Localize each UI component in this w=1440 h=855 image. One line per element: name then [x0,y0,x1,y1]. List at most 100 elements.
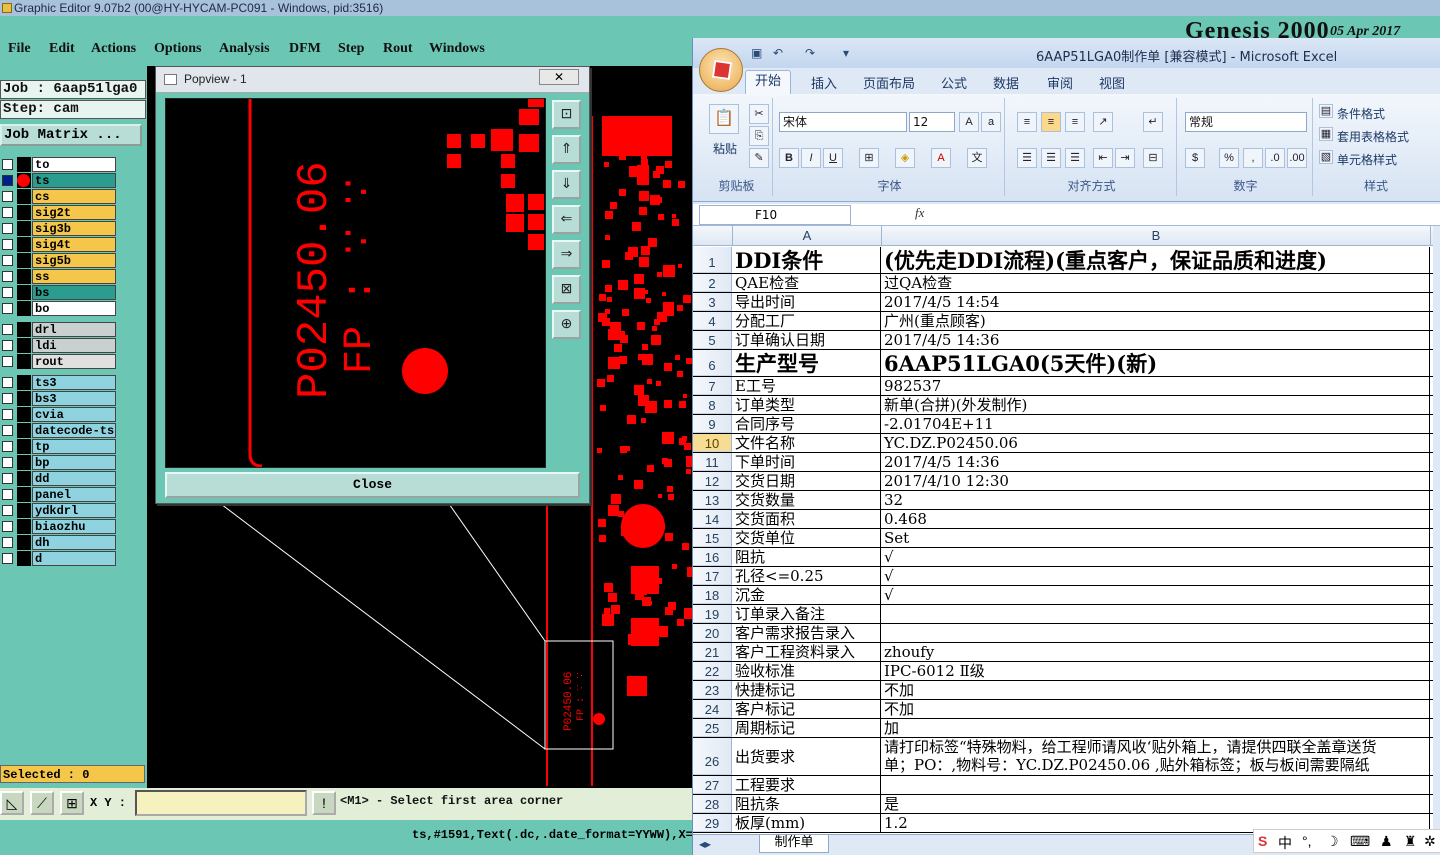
cell-b[interactable]: zhoufy [882,643,1430,661]
layer-row-bp[interactable]: bp [0,455,118,470]
font-name-select[interactable]: 宋体 [779,112,907,132]
row-number[interactable]: 27 [693,776,732,794]
cell-a[interactable]: 客户工程资料录入 [733,643,881,661]
align-top-icon[interactable]: ≡ [1017,112,1037,132]
table-format-button[interactable]: 套用表格格式 [1337,128,1409,145]
cell-a[interactable]: 下单时间 [733,453,881,471]
grow-font-icon[interactable]: A [959,112,979,132]
number-format-select[interactable]: 常规 [1185,112,1307,132]
row-number[interactable]: 28 [693,795,732,813]
fill-color-icon[interactable]: ◈ [895,148,915,168]
border-icon[interactable]: ⊞ [859,148,879,168]
tab-home[interactable]: 开始 [745,70,791,96]
measure-icon[interactable]: ⟋ [30,791,54,815]
keyboard-icon[interactable]: ⌨ [1350,833,1370,850]
cell-a[interactable]: 订单录入备注 [733,605,881,623]
layer-checkbox[interactable] [2,441,13,452]
increase-decimal-icon[interactable]: .0 [1265,148,1285,168]
copy-icon[interactable]: ⎘ [749,126,769,146]
row-number[interactable]: 9 [693,415,732,433]
cell-a[interactable]: 快捷标记 [733,681,881,699]
cell-a[interactable]: 交货日期 [733,472,881,490]
format-painter-icon[interactable]: ✎ [749,148,769,168]
layer-checkbox[interactable] [2,324,13,335]
cell-b[interactable]: 2017/4/5 14:54 [882,293,1430,311]
comma-icon[interactable]: , [1243,148,1263,168]
cell-a[interactable]: 阻抗 [733,548,881,566]
alert-icon[interactable]: ! [312,791,336,815]
column-header-b[interactable]: B [882,226,1431,246]
cell-a[interactable]: 沉金 [733,586,881,604]
cell-b[interactable]: (优先走DDI流程)(重点客户，保证品质和进度) [882,247,1430,273]
layer-row-panel[interactable]: panel [0,487,118,502]
layer-checkbox[interactable] [2,409,13,420]
cell-a[interactable]: 周期标记 [733,719,881,737]
row-number[interactable]: 21 [693,643,732,661]
cell-b[interactable]: Set [882,529,1430,547]
row-number[interactable]: 8 [693,396,732,414]
layer-checkbox[interactable] [2,223,13,234]
layer-checkbox[interactable] [2,287,13,298]
row-number[interactable]: 1 [693,247,732,273]
layer-row-biaozhu[interactable]: biaozhu [0,519,118,534]
menu-dfm[interactable]: DFM [289,41,321,57]
row-number[interactable]: 29 [693,814,732,832]
pan-down-icon[interactable]: ⇓ [552,170,581,199]
cell-a[interactable]: 出货要求 [733,738,881,775]
moon-icon[interactable]: ☽ [1326,833,1339,850]
currency-icon[interactable]: $ [1185,148,1205,168]
popview-canvas[interactable]: P02450.06 FP : ∵ ∵ [165,98,546,468]
decrease-indent-icon[interactable]: ⇤ [1093,148,1113,168]
cell-style-button[interactable]: 单元格样式 [1337,151,1397,168]
layer-row-sig4t[interactable]: sig4t [0,237,118,252]
increase-indent-icon[interactable]: ⇥ [1115,148,1135,168]
tab-view[interactable]: 视图 [1099,73,1125,92]
qat-dropdown-icon[interactable]: ▾ [843,46,849,60]
layer-checkbox[interactable] [2,473,13,484]
row-number[interactable]: 12 [693,472,732,490]
layer-row-drl[interactable]: drl [0,322,118,337]
tab-review[interactable]: 审阅 [1047,73,1073,92]
cell-a[interactable]: QAE检查 [733,274,881,292]
layer-row-dh[interactable]: dh [0,535,118,550]
layer-checkbox[interactable] [2,303,13,314]
layer-row-cvia[interactable]: cvia [0,407,118,422]
row-number[interactable]: 5 [693,331,732,349]
layer-row-ydkdrl[interactable]: ydkdrl [0,503,118,518]
row-number[interactable]: 11 [693,453,732,471]
layer-row-ts3[interactable]: ts3 [0,375,118,390]
layer-row-sig5b[interactable]: sig5b [0,253,118,268]
cell-a[interactable]: 分配工厂 [733,312,881,330]
cut-icon[interactable]: ✂ [749,104,769,124]
italic-icon[interactable]: I [801,148,821,168]
undo-icon[interactable]: ↶ [773,46,783,60]
cell-b[interactable]: 是 [882,795,1430,813]
row-number[interactable]: 4 [693,312,732,330]
percent-icon[interactable]: % [1219,148,1239,168]
align-center-icon[interactable]: ☰ [1041,148,1061,168]
phonetic-icon[interactable]: 文 [967,148,987,168]
paste-icon[interactable]: 📋 [709,104,739,134]
cell-b[interactable]: √ [882,586,1430,604]
close-icon[interactable]: ✕ [539,69,579,85]
user-icon[interactable]: ♟ [1380,833,1393,850]
cell-b[interactable]: YC.DZ.P02450.06 [882,434,1430,452]
row-number[interactable]: 24 [693,700,732,718]
cell-b[interactable] [882,624,1430,642]
bold-icon[interactable]: B [779,148,799,168]
column-header-a[interactable]: A [733,226,882,246]
save-icon[interactable]: ▣ [751,46,762,60]
merge-icon[interactable]: ⊟ [1143,148,1163,168]
layer-row-sig3b[interactable]: sig3b [0,221,118,236]
sogou-icon[interactable]: S [1258,833,1267,849]
row-number[interactable]: 20 [693,624,732,642]
cell-a[interactable]: 生产型号 [733,350,881,376]
close-button[interactable]: Close [165,472,580,498]
zoom-icon[interactable]: ⊡ [552,100,581,129]
layer-checkbox[interactable] [2,377,13,388]
row-number[interactable]: 19 [693,605,732,623]
cell-b[interactable]: 广州(重点顾客) [882,312,1430,330]
tab-formulas[interactable]: 公式 [941,73,967,92]
menu-windows[interactable]: Windows [429,41,485,57]
menu-rout[interactable]: Rout [383,41,413,57]
